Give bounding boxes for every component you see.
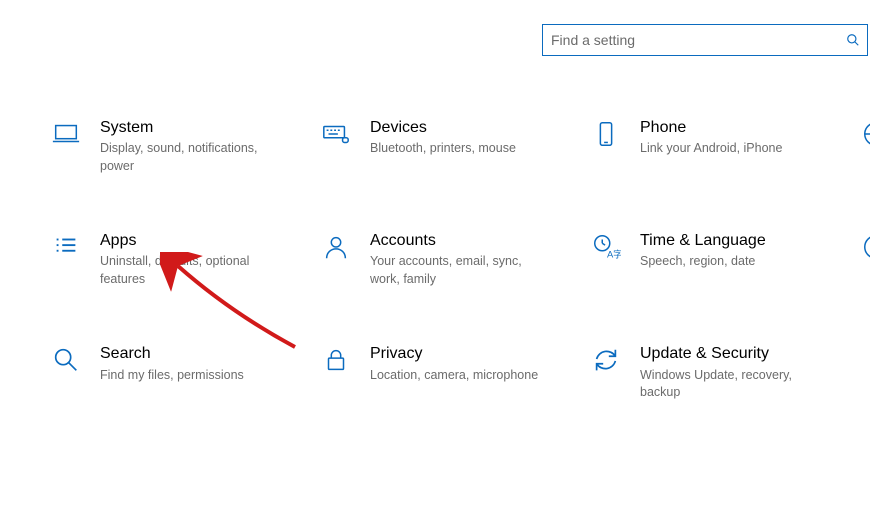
tile-empty [860, 344, 870, 401]
clock-language-icon: A字 [590, 231, 622, 263]
magnifier-icon [50, 344, 82, 376]
lock-icon [320, 344, 352, 376]
tile-privacy[interactable]: Privacy Location, camera, microphone [320, 344, 590, 401]
tile-desc: Your accounts, email, sync, work, family [370, 253, 540, 288]
keyboard-icon [320, 118, 352, 150]
tile-desc: Bluetooth, printers, mouse [370, 140, 516, 158]
tile-desc: Speech, region, date [640, 253, 766, 271]
svg-text:A字: A字 [607, 249, 621, 260]
tile-title: Phone [640, 118, 782, 137]
tile-title: System [100, 118, 270, 137]
tile-title: Devices [370, 118, 516, 137]
tile-title: Time & Language [640, 231, 766, 250]
tile-title: Accounts [370, 231, 540, 250]
search-field-wrapper [542, 24, 868, 56]
tile-phone[interactable]: Phone Link your Android, iPhone [590, 118, 860, 175]
tile-title: Privacy [370, 344, 538, 363]
globe-icon [860, 118, 870, 150]
tile-title: Apps [100, 231, 270, 250]
tile-devices[interactable]: Devices Bluetooth, printers, mouse [320, 118, 590, 175]
tile-time-language[interactable]: A字 Time & Language Speech, region, date [590, 231, 860, 288]
tile-title: Update & Security [640, 344, 810, 363]
sync-icon [590, 344, 622, 376]
tile-update-security[interactable]: Update & Security Windows Update, recove… [590, 344, 860, 401]
gaming-icon [860, 231, 870, 263]
tile-desc: Uninstall, defaults, optional features [100, 253, 270, 288]
settings-grid: System Display, sound, notifications, po… [50, 118, 870, 402]
tile-title: Search [100, 344, 244, 363]
tile-gaming-partial[interactable] [860, 231, 870, 288]
tile-desc: Location, camera, microphone [370, 367, 538, 385]
tile-accounts[interactable]: Accounts Your accounts, email, sync, wor… [320, 231, 590, 288]
tile-apps[interactable]: Apps Uninstall, defaults, optional featu… [50, 231, 320, 288]
tile-desc: Display, sound, notifications, power [100, 140, 270, 175]
laptop-icon [50, 118, 82, 150]
tile-network-partial[interactable] [860, 118, 870, 175]
person-icon [320, 231, 352, 263]
tile-desc: Find my files, permissions [100, 367, 244, 385]
tile-desc: Link your Android, iPhone [640, 140, 782, 158]
tile-system[interactable]: System Display, sound, notifications, po… [50, 118, 320, 175]
search-icon [846, 33, 860, 47]
tile-desc: Windows Update, recovery, backup [640, 367, 810, 402]
phone-icon [590, 118, 622, 150]
search-input[interactable] [542, 24, 868, 56]
list-icon [50, 231, 82, 263]
tile-search[interactable]: Search Find my files, permissions [50, 344, 320, 401]
